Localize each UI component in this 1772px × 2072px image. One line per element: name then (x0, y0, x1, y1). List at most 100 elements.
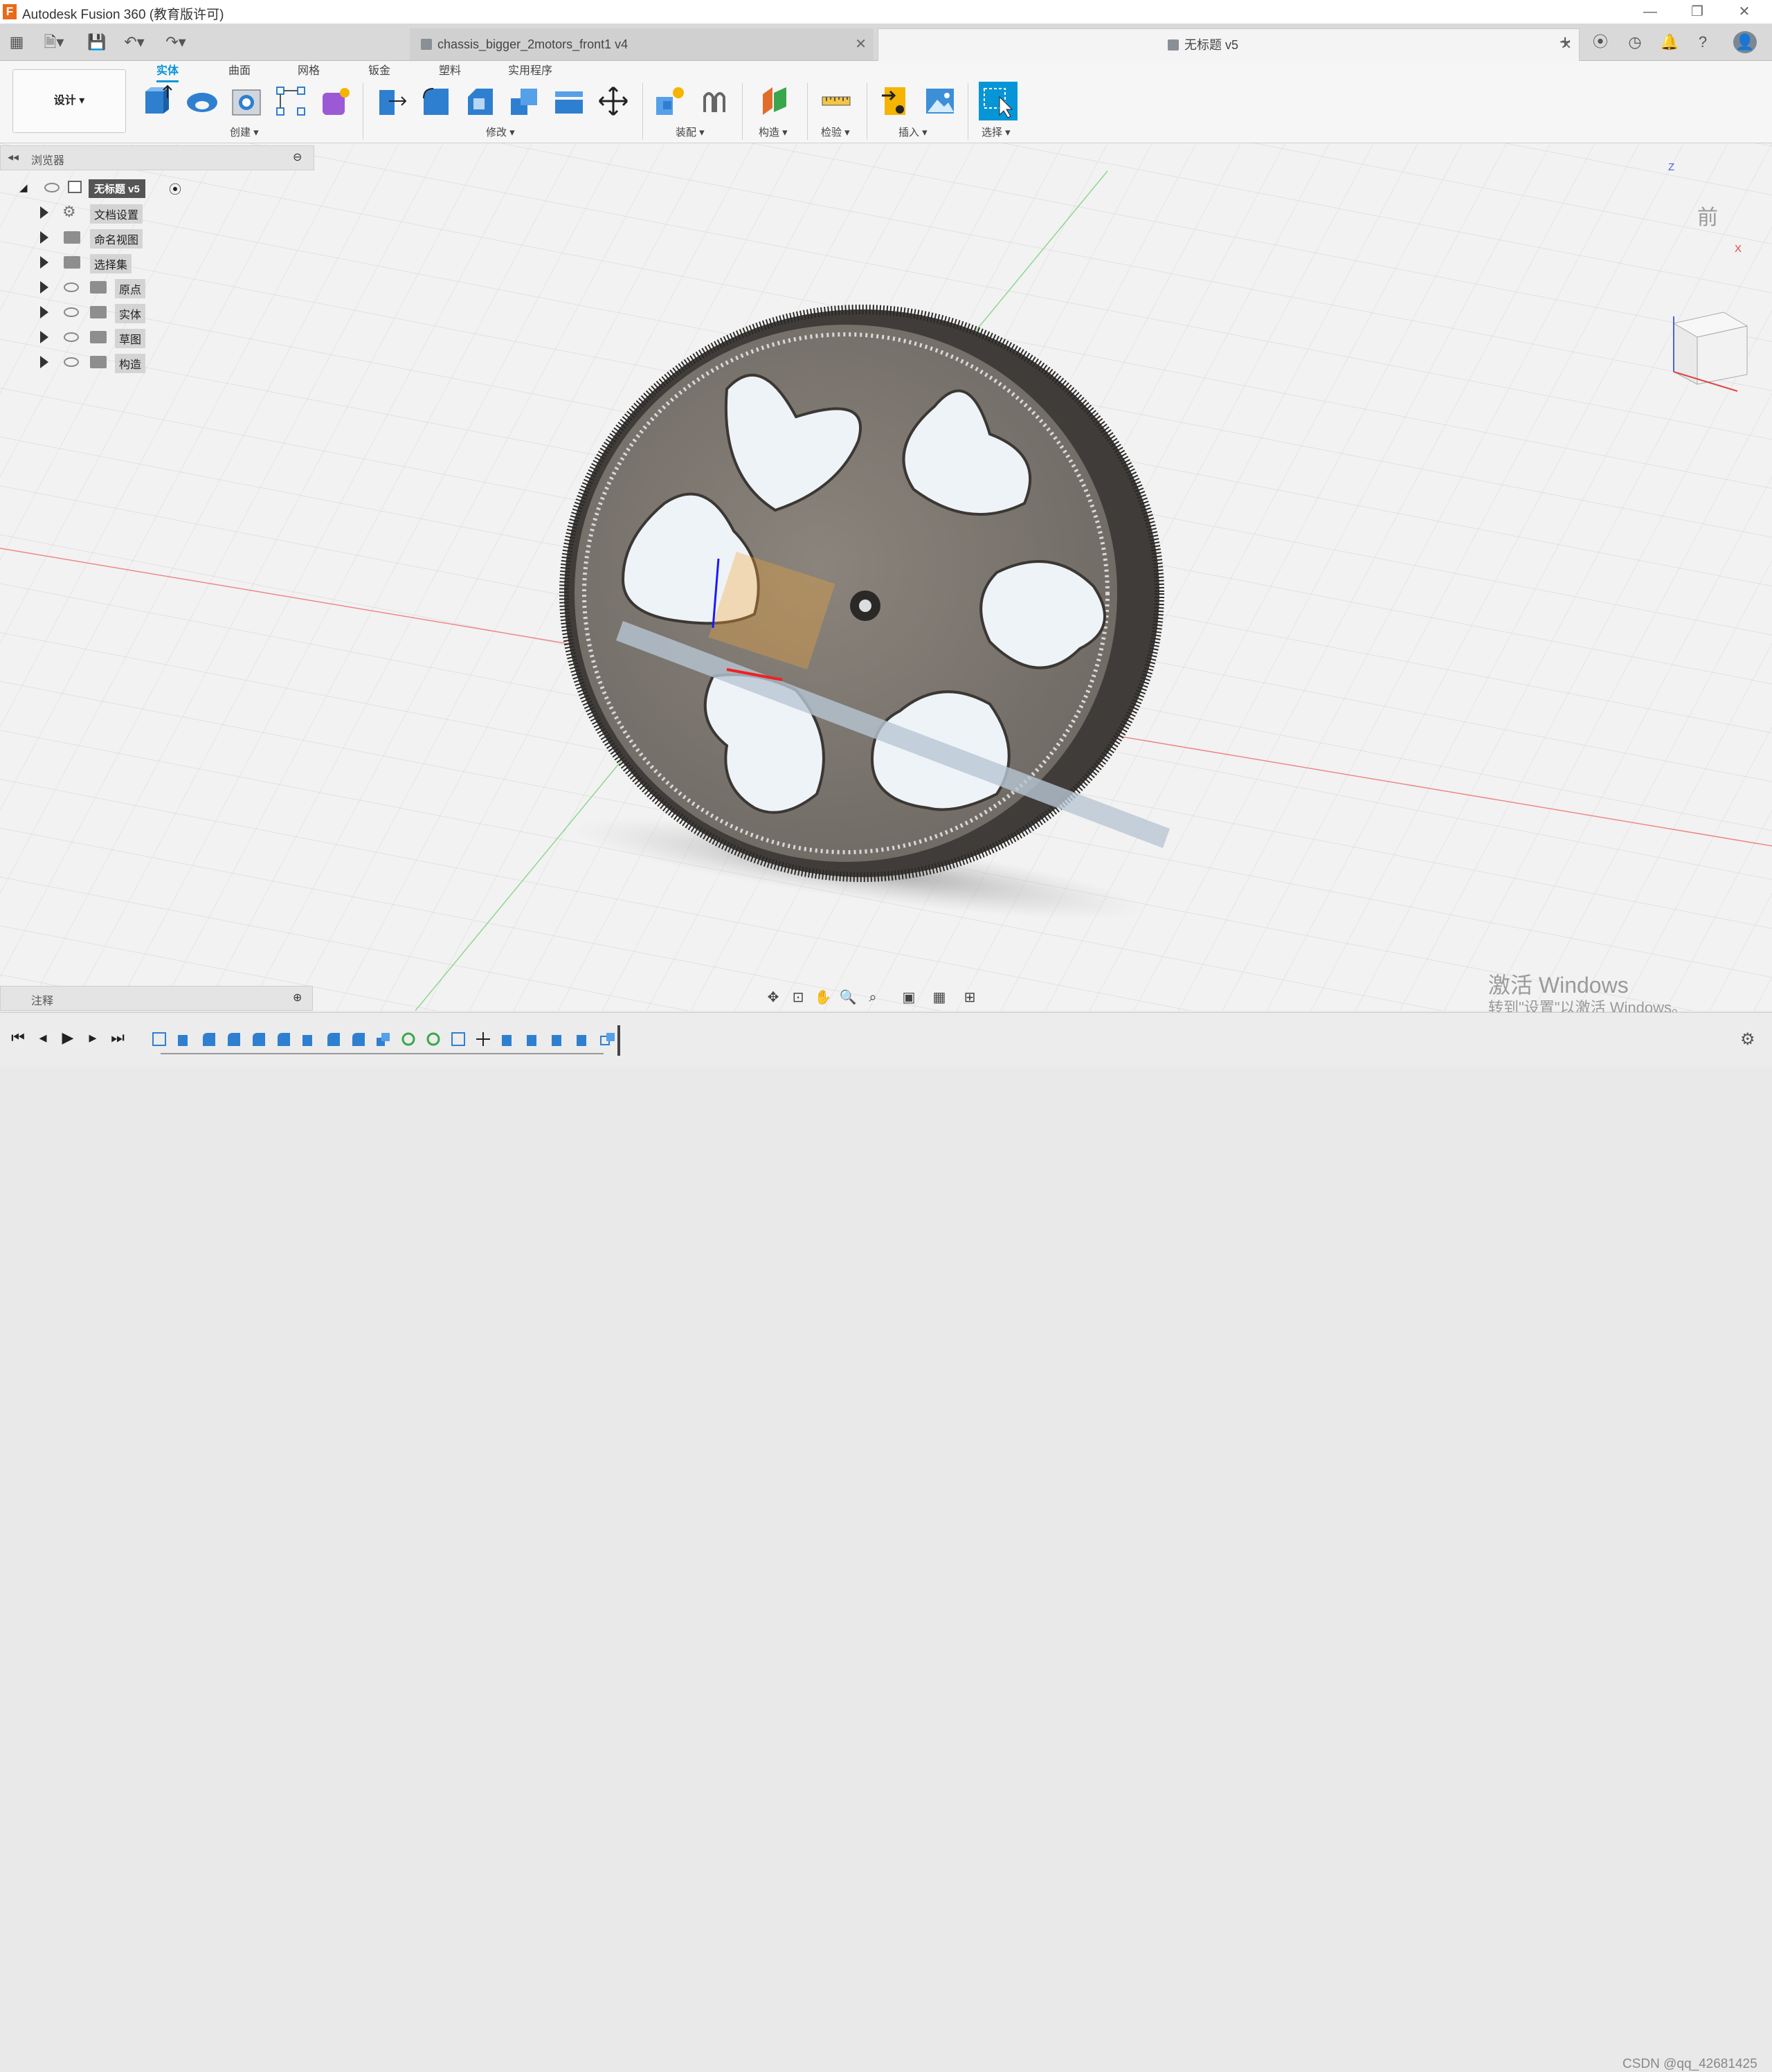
fillet-feature-icon[interactable] (251, 1031, 267, 1047)
group-insert[interactable]: 插入 ▾ (898, 125, 928, 139)
fillet-feature-icon[interactable] (325, 1031, 342, 1047)
extrude-feature-icon[interactable] (575, 1031, 591, 1047)
comments-panel-header[interactable]: 注释 ⊕ (0, 986, 313, 1011)
sketch-feature-icon[interactable] (450, 1031, 467, 1047)
move-icon[interactable] (597, 84, 630, 118)
group-create[interactable]: 创建 ▾ (230, 125, 259, 139)
select-icon[interactable] (979, 82, 1018, 120)
fillet-feature-icon[interactable] (226, 1031, 242, 1047)
fillet-feature-icon[interactable] (350, 1031, 367, 1047)
tree-item-doc-settings[interactable]: ⚙ 文档设置 (0, 201, 318, 224)
tree-root[interactable]: ◢ 无标题 v5 ⦿ (0, 176, 318, 199)
expand-icon[interactable] (40, 206, 48, 219)
activate-radio-icon[interactable]: ⦿ (169, 180, 181, 198)
pattern-icon[interactable] (274, 84, 307, 118)
joint-icon[interactable] (698, 84, 731, 118)
move-feature-icon[interactable] (475, 1031, 491, 1047)
combine-icon[interactable] (508, 84, 541, 118)
grid-menu-icon[interactable]: ▦ (6, 31, 28, 53)
tab-utilities[interactable]: 实用程序 (508, 61, 552, 78)
extrude-feature-icon[interactable] (300, 1031, 317, 1047)
display-settings-icon[interactable]: ▣ (897, 986, 921, 1009)
joint-feature-icon[interactable] (400, 1031, 417, 1047)
offset-face-icon[interactable] (552, 84, 586, 118)
tree-item-origin[interactable]: 原点 (0, 276, 318, 299)
go-to-start-icon[interactable]: ⏮ (8, 1028, 28, 1047)
collapse-browser-icon[interactable]: ◂◂ (8, 150, 19, 164)
sketch-feature-icon[interactable] (151, 1031, 168, 1047)
group-select[interactable]: 选择 ▾ (982, 125, 1011, 139)
tab-chassis[interactable]: chassis_bigger_2motors_front1 v4 ✕ (410, 28, 874, 60)
new-assembly-component-icon[interactable] (653, 84, 687, 118)
notifications-icon[interactable]: 🔔 (1658, 31, 1681, 53)
group-inspect[interactable]: 检验 ▾ (821, 125, 850, 139)
browser-options-icon[interactable]: ⊖ (293, 150, 302, 164)
press-pull-icon[interactable] (375, 84, 408, 118)
expand-icon[interactable] (40, 306, 48, 318)
measure-icon[interactable] (820, 84, 853, 118)
expand-icon[interactable] (40, 356, 48, 368)
viewports-icon[interactable]: ⊞ (958, 986, 982, 1009)
orbit-icon[interactable]: ✥ (761, 986, 785, 1009)
close-tab-icon[interactable]: ✕ (855, 28, 867, 60)
offset-plane-icon[interactable] (759, 84, 792, 118)
tree-item-named-views[interactable]: 命名视图 (0, 226, 318, 249)
grid-settings-icon[interactable]: ▦ (928, 986, 951, 1009)
tree-item-selection-sets[interactable]: 选择集 (0, 251, 318, 274)
canvas-image-icon[interactable] (923, 84, 957, 118)
fit-icon[interactable]: ⌕ (861, 986, 885, 1009)
visibility-eye-icon[interactable] (64, 282, 79, 292)
tab-untitled[interactable]: 无标题 v5 ✕ (878, 28, 1580, 61)
restore-button[interactable]: ❐ (1683, 1, 1711, 22)
expand-icon[interactable] (40, 281, 48, 294)
go-to-end-icon[interactable]: ⏭ (108, 1028, 127, 1047)
extrude-feature-icon[interactable] (176, 1031, 192, 1047)
visibility-eye-icon[interactable] (64, 357, 79, 367)
visibility-eye-icon[interactable] (44, 183, 60, 192)
expand-icon[interactable] (40, 231, 48, 244)
new-tab-icon[interactable]: + (1553, 31, 1577, 53)
visibility-eye-icon[interactable] (64, 332, 79, 342)
tree-item-bodies[interactable]: 实体 (0, 300, 318, 324)
minimize-button[interactable]: — (1636, 1, 1664, 22)
close-window-button[interactable]: ✕ (1730, 1, 1758, 22)
tree-item-construction[interactable]: 构造 (0, 350, 318, 374)
revolve-icon[interactable] (186, 84, 219, 118)
timeline-settings-icon[interactable]: ⚙ (1740, 1029, 1755, 1049)
new-component-icon[interactable] (141, 84, 174, 118)
timeline-marker[interactable] (617, 1025, 620, 1056)
fillet-feature-icon[interactable] (275, 1031, 292, 1047)
combine-feature-icon[interactable] (375, 1031, 392, 1047)
help-icon[interactable]: ? (1692, 31, 1714, 53)
save-icon[interactable]: 💾 (86, 31, 108, 53)
pattern-feature-icon[interactable] (599, 1031, 616, 1047)
tab-solid[interactable]: 实体 (156, 61, 179, 82)
joint-feature-icon[interactable] (425, 1031, 442, 1047)
fillet-icon[interactable] (419, 84, 453, 118)
expand-root-icon[interactable]: ◢ (19, 181, 28, 194)
fillet-feature-icon[interactable] (201, 1031, 217, 1047)
tree-item-sketches[interactable]: 草图 (0, 325, 318, 349)
group-assemble[interactable]: 装配 ▾ (676, 125, 705, 139)
step-forward-icon[interactable]: ▸ (83, 1028, 102, 1047)
insert-mesh-icon[interactable] (879, 84, 912, 118)
chamfer-icon[interactable] (464, 84, 497, 118)
look-at-icon[interactable]: ⊡ (786, 986, 810, 1009)
expand-icon[interactable] (40, 331, 48, 343)
tab-surface[interactable]: 曲面 (228, 61, 251, 78)
tab-mesh[interactable]: 网格 (298, 61, 320, 78)
undo-icon[interactable]: ↶▾ (119, 31, 150, 53)
extrude-feature-icon[interactable] (550, 1031, 566, 1047)
workspace-switcher[interactable]: 设计 ▾ (12, 69, 126, 133)
tab-plastic[interactable]: 塑料 (439, 61, 461, 78)
redo-icon[interactable]: ↷▾ (161, 31, 191, 53)
user-avatar[interactable]: 👤 (1733, 31, 1757, 53)
job-status-icon[interactable]: ◷ (1624, 31, 1646, 53)
extrude-feature-icon[interactable] (525, 1031, 541, 1047)
expand-icon[interactable] (40, 256, 48, 269)
tab-sheet-metal[interactable]: 钣金 (368, 61, 390, 78)
extrude-feature-icon[interactable] (500, 1031, 516, 1047)
play-icon[interactable]: ▶ (58, 1028, 78, 1047)
browser-panel-header[interactable]: ◂◂ 浏览器 ⊖ (0, 145, 314, 170)
hole-icon[interactable] (230, 84, 263, 118)
